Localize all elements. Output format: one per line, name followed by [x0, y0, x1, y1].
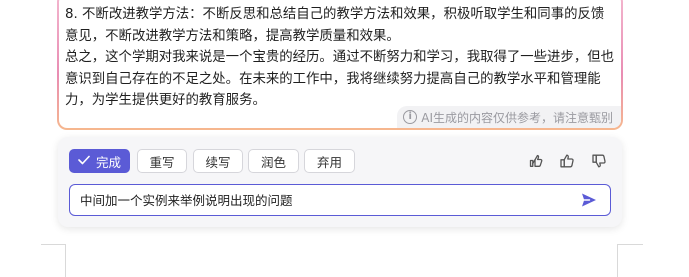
feedback-icon-button[interactable]: [525, 149, 547, 173]
page-guide-line: [65, 244, 66, 277]
ai-disclaimer: i AI生成的内容仅供参考，请注意甄别: [397, 106, 621, 128]
done-label: 完成: [95, 154, 121, 170]
continue-writing-button[interactable]: 续写: [193, 149, 243, 173]
ai-result-panel: 8. 不断改进教学方法：不断反思和总结自己的教学方法和效果，积极听取学生和同事的…: [57, 0, 623, 130]
send-button[interactable]: [580, 191, 598, 209]
info-icon: i: [403, 110, 418, 124]
disclaimer-text: AI生成的内容仅供参考，请注意甄别: [421, 110, 613, 125]
page-guide-line: [41, 244, 65, 245]
hand-thumbs-sideways-icon: [529, 154, 543, 167]
prompt-box: [69, 184, 611, 216]
done-button[interactable]: 完成: [69, 149, 130, 173]
result-paragraph: 总之，这个学期对我来说是一个宝贵的经历。通过不断努力和学习，我取得了一些进步，但…: [65, 50, 615, 109]
check-icon: [78, 154, 90, 168]
ai-result-text: 8. 不断改进教学方法：不断反思和总结自己的教学方法和效果，积极听取学生和同事的…: [65, 4, 617, 112]
thumbs-up-icon: [560, 154, 574, 168]
send-icon: [582, 193, 596, 207]
polish-button[interactable]: 润色: [248, 149, 299, 173]
rewrite-button[interactable]: 重写: [137, 149, 187, 173]
ai-action-panel: 完成 重写 续写 润色 弃用: [58, 137, 622, 227]
thumbs-down-icon: [592, 154, 606, 168]
page-guide-line: [617, 244, 643, 245]
result-paragraph: 8. 不断改进教学方法：不断反思和总结自己的教学方法和效果，积极听取学生和同事的…: [65, 7, 605, 44]
page-guide-line: [617, 244, 618, 277]
thumbs-down-button[interactable]: [588, 149, 610, 173]
prompt-input[interactable]: [80, 185, 560, 214]
thumbs-up-button[interactable]: [556, 149, 578, 173]
discard-button[interactable]: 弃用: [304, 149, 355, 173]
